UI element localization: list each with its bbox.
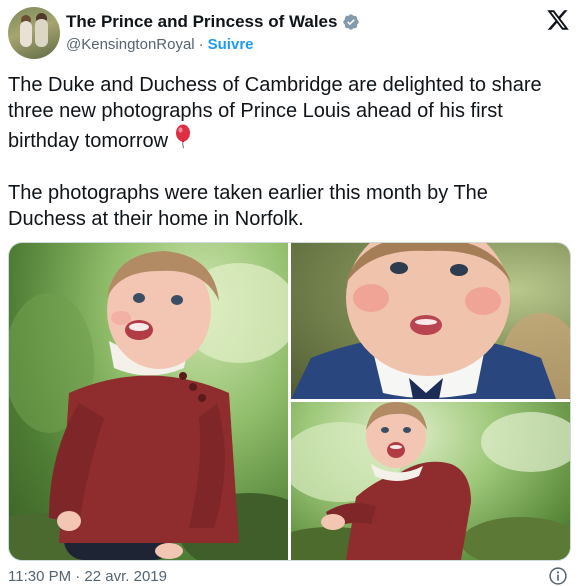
tweet-timestamp[interactable]: 11:30 PM · 22 avr. 2019 (8, 568, 167, 585)
photo-illustration (291, 243, 570, 399)
photo-grid (8, 242, 571, 561)
photo-illustration (9, 251, 288, 560)
name-row: The Prince and Princess of Wales (66, 12, 360, 32)
tweet-paragraph: The photographs were taken earlier this … (8, 180, 568, 232)
photo-illustration (291, 402, 570, 560)
x-logo-icon[interactable] (546, 8, 570, 32)
info-icon[interactable] (548, 566, 568, 586)
handle-row: @KensingtonRoyal · Suivre (66, 36, 254, 53)
tweet-text: The Duke and Duchess of Cambridge are de… (8, 72, 568, 232)
photo-prince-louis-laughing[interactable] (291, 402, 570, 560)
photo-prince-louis-sitting[interactable] (9, 243, 288, 560)
display-name[interactable]: The Prince and Princess of Wales (66, 12, 337, 32)
tweet-paragraph-2-text: The photographs were taken earlier this … (8, 182, 488, 230)
tweet-paragraph-1-text: The Duke and Duchess of Cambridge are de… (8, 74, 542, 152)
separator: · (198, 36, 204, 53)
handle[interactable]: @KensingtonRoyal (66, 36, 195, 53)
tweet-paragraph: The Duke and Duchess of Cambridge are de… (8, 72, 568, 154)
balloon-icon (176, 124, 191, 149)
photo-prince-louis-closeup[interactable] (291, 243, 570, 399)
verified-badge-icon (343, 14, 360, 30)
tweet-header: The Prince and Princess of Wales @Kensin… (8, 6, 572, 62)
follow-button[interactable]: Suivre (208, 36, 254, 53)
avatar[interactable] (8, 7, 60, 59)
